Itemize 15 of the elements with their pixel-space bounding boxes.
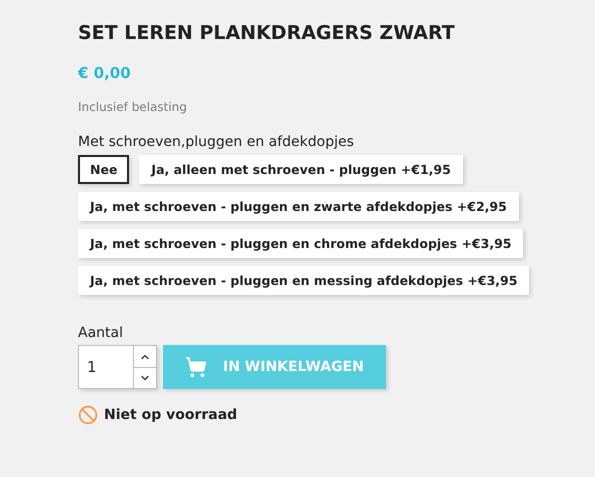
cart-icon bbox=[185, 356, 207, 378]
product-price: € 0,00 bbox=[78, 64, 131, 82]
tax-note: Inclusief belasting bbox=[78, 100, 187, 114]
variant-option[interactable]: Ja, met schroeven - pluggen en zwarte afdekdopjes +€2,95 bbox=[78, 192, 519, 221]
variant-option[interactable]: Ja, met schroeven - pluggen en chrome afdekdopjes +€3,95 bbox=[78, 229, 524, 258]
availability-text: Niet op voorraad bbox=[104, 407, 238, 423]
product-title: SET LEREN PLANKDRAGERS ZWART bbox=[78, 22, 455, 44]
variant-label: Met schroeven,pluggen en afdekdopjes bbox=[78, 134, 354, 150]
variant-option[interactable]: Nee bbox=[78, 155, 130, 184]
increment-button[interactable] bbox=[134, 346, 156, 367]
variant-option[interactable]: Ja, met schroeven - pluggen en messing afdekdopjes +€3,95 bbox=[78, 266, 530, 295]
quantity-field[interactable]: 1 bbox=[78, 345, 157, 389]
decrement-button[interactable] bbox=[134, 367, 156, 388]
variant-option[interactable]: Ja, alleen met schroeven - pluggen +€1,95 bbox=[139, 155, 463, 184]
quantity-label: Aantal bbox=[78, 325, 123, 341]
